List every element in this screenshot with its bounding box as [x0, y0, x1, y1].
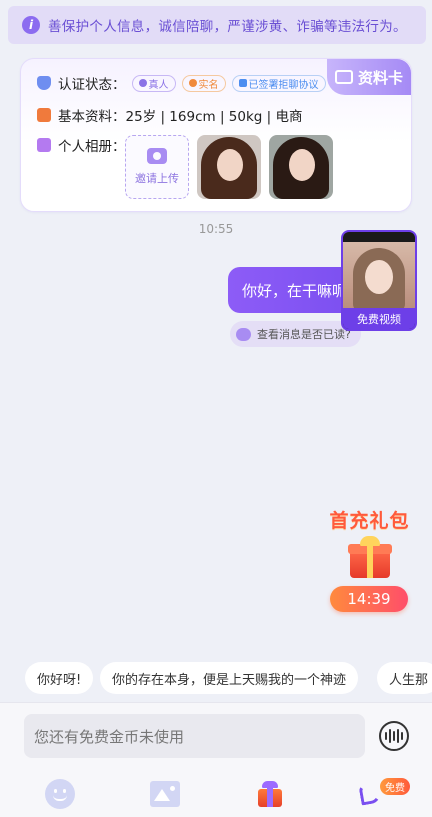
voice-input-button[interactable]	[379, 721, 409, 751]
verify-row: 认证状态： 真人 实名 已签署拒聊协议	[37, 73, 326, 93]
message-input[interactable]: 您还有免费金币未使用	[24, 714, 365, 758]
album-row: 个人相册：	[37, 135, 126, 155]
info-icon: i	[22, 16, 40, 34]
album-label: 个人相册：	[58, 139, 126, 155]
shield-icon	[37, 76, 51, 90]
album-photo[interactable]	[269, 135, 333, 199]
verify-label: 认证状态：	[58, 77, 126, 93]
document-icon	[37, 108, 51, 122]
quick-reply-bar: 你好呀! 你的存在本身，便是上天赐我的一个神迹 人生那	[0, 662, 432, 694]
image-icon[interactable]	[150, 781, 180, 807]
badge-real-person: 真人	[131, 74, 176, 92]
quick-reply-chip[interactable]: 你的存在本身，便是上天赐我的一个神迹	[100, 662, 359, 694]
album-icon	[37, 138, 51, 152]
badge-agreement: 已签署拒聊协议	[231, 74, 326, 92]
quick-reply-chip[interactable]: 你好呀!	[25, 662, 94, 694]
safety-notice-bar: i 善保护个人信息，诚信陪聊，严谨涉黄、诈骗等违法行为。	[8, 6, 426, 44]
chat-bubble-icon	[236, 327, 251, 341]
free-call-badge: 免费	[380, 778, 410, 795]
first-recharge-gift-pack[interactable]: 首充礼包 14:39	[322, 506, 417, 614]
promo-countdown: 14:39	[330, 586, 408, 612]
safety-notice-text: 善保护个人信息，诚信陪聊，严谨涉黄、诈骗等违法行为。	[48, 19, 407, 35]
promo-title: 首充礼包	[329, 510, 410, 532]
profile-card-tag[interactable]: 资料卡	[327, 59, 411, 95]
read-receipt-label: 查看消息是否已读?	[257, 328, 351, 341]
gift-icon[interactable]	[257, 781, 283, 807]
album-photo[interactable]	[197, 135, 261, 199]
upload-photo-button[interactable]: 邀请上传	[125, 135, 189, 199]
camera-icon	[147, 148, 167, 164]
free-video-call-window[interactable]: 免费视频	[341, 230, 417, 331]
document-icon	[238, 79, 247, 87]
sent-message-bubble[interactable]: 你好，在干嘛呢	[228, 267, 358, 313]
id-card-icon	[334, 70, 353, 84]
badge-real-name: 实名	[181, 74, 226, 92]
emoji-icon[interactable]	[45, 779, 75, 809]
info-row: 基本资料： 25岁 | 169cm | 50kg | 电商	[37, 105, 302, 125]
info-label: 基本资料：	[58, 109, 126, 125]
person-icon	[138, 79, 147, 87]
upload-label: 邀请上传	[135, 172, 179, 185]
gift-box-icon	[348, 536, 392, 580]
profile-card[interactable]: 资料卡 认证状态： 真人 实名 已签署拒聊协议 基本资料： 25岁 | 169c…	[20, 58, 412, 212]
profile-card-tag-label: 资料卡	[357, 68, 403, 87]
info-value: 25岁 | 169cm | 50kg | 电商	[125, 109, 303, 125]
id-icon	[188, 79, 197, 87]
quick-reply-chip[interactable]: 人生那	[377, 662, 432, 694]
free-video-label: 免费视频	[343, 308, 415, 329]
